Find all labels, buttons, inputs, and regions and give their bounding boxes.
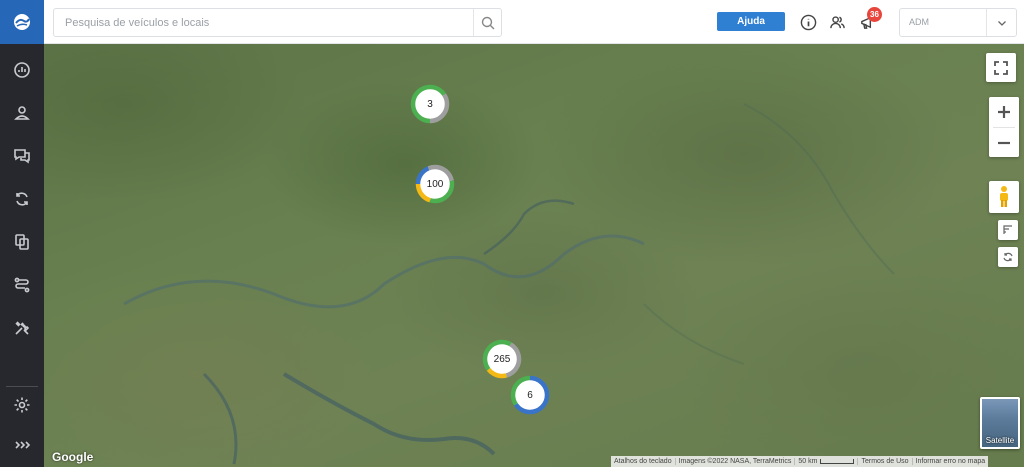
tools-icon — [15, 321, 30, 335]
google-logo: Google — [52, 450, 94, 464]
sidebar — [0, 0, 44, 467]
fullscreen-icon — [994, 60, 1008, 75]
sidebar-item-tools[interactable] — [0, 310, 44, 346]
map-canvas[interactable]: 3 100 265 6 Satellite Google Atalhos do … — [44, 44, 1024, 467]
report-error-link[interactable]: Informar erro no mapa — [913, 458, 989, 465]
settings-gear-icon — [14, 397, 30, 413]
search-button[interactable] — [474, 9, 502, 36]
search-icon — [481, 16, 495, 29]
dashboard-gauge-icon — [14, 62, 30, 78]
route-icon — [14, 277, 30, 293]
sidebar-item-users[interactable] — [0, 95, 44, 131]
map-scale[interactable]: 50 km — [795, 458, 859, 465]
user-select-toggle[interactable] — [987, 9, 1017, 36]
sidebar-item-documents[interactable] — [0, 224, 44, 260]
tilt-icon — [1003, 225, 1012, 234]
sidebar-item-routes[interactable] — [0, 267, 44, 303]
user-select-value: ADM — [909, 17, 929, 27]
sidebar-item-dashboard[interactable] — [0, 52, 44, 88]
imagery-credit: Imagens ©2022 NASA, TerraMetrics — [676, 458, 796, 465]
minus-icon — [998, 141, 1010, 144]
fullscreen-button[interactable] — [986, 53, 1016, 82]
zoom-out-button[interactable] — [989, 128, 1019, 157]
cluster-count: 6 — [527, 389, 533, 401]
vehicle-cluster-marker[interactable]: 6 — [510, 375, 550, 415]
map-scale-label: 50 km — [798, 458, 818, 465]
expand-chevrons-icon — [15, 441, 31, 449]
top-bar: Ajuda 36 ADM — [44, 0, 1024, 44]
user-select[interactable]: ADM — [899, 8, 1017, 37]
notification-badge: 36 — [867, 7, 882, 22]
layer-toggle-satellite[interactable]: Satellite — [980, 397, 1020, 449]
pegman-icon — [1000, 186, 1008, 207]
cluster-count: 265 — [493, 353, 511, 365]
sidebar-item-sync[interactable] — [0, 181, 44, 217]
user-icon — [14, 106, 30, 120]
sync-icon — [16, 192, 28, 206]
info-icon — [800, 14, 816, 30]
sidebar-expand[interactable] — [0, 427, 44, 463]
search-box — [53, 8, 502, 37]
street-view-pegman[interactable] — [989, 181, 1019, 213]
terms-link[interactable]: Termos de Uso — [858, 458, 913, 465]
logo[interactable] — [0, 0, 44, 44]
map-attribution: Atalhos do teclado Imagens ©2022 NASA, T… — [611, 456, 989, 467]
vehicle-cluster-marker[interactable]: 265 — [482, 339, 522, 379]
rotate-icon — [1003, 252, 1013, 262]
cluster-count: 100 — [426, 178, 444, 190]
help-button[interactable]: Ajuda — [717, 12, 785, 31]
vehicle-cluster-marker[interactable]: 3 — [410, 84, 450, 124]
chevron-down-icon — [998, 20, 1006, 26]
documents-icon — [15, 234, 29, 250]
info-button[interactable] — [797, 11, 819, 33]
contacts-button[interactable] — [826, 11, 848, 33]
scale-bar — [820, 458, 855, 464]
map-tilt-button[interactable] — [998, 220, 1018, 240]
sidebar-item-messages[interactable] — [0, 138, 44, 174]
zoom-in-button[interactable] — [989, 97, 1019, 127]
logo-icon — [14, 14, 30, 30]
vehicle-cluster-marker[interactable]: 100 — [415, 164, 455, 204]
plus-icon — [998, 106, 1010, 118]
chat-icon — [14, 149, 30, 164]
layer-toggle-label: Satellite — [985, 436, 1015, 445]
users-icon — [829, 15, 845, 28]
cluster-count: 3 — [427, 98, 433, 110]
map-rotate-button[interactable] — [998, 247, 1018, 267]
keyboard-shortcuts-link[interactable]: Atalhos do teclado — [611, 458, 676, 465]
search-input[interactable] — [54, 9, 474, 36]
sidebar-item-settings[interactable] — [0, 387, 44, 423]
